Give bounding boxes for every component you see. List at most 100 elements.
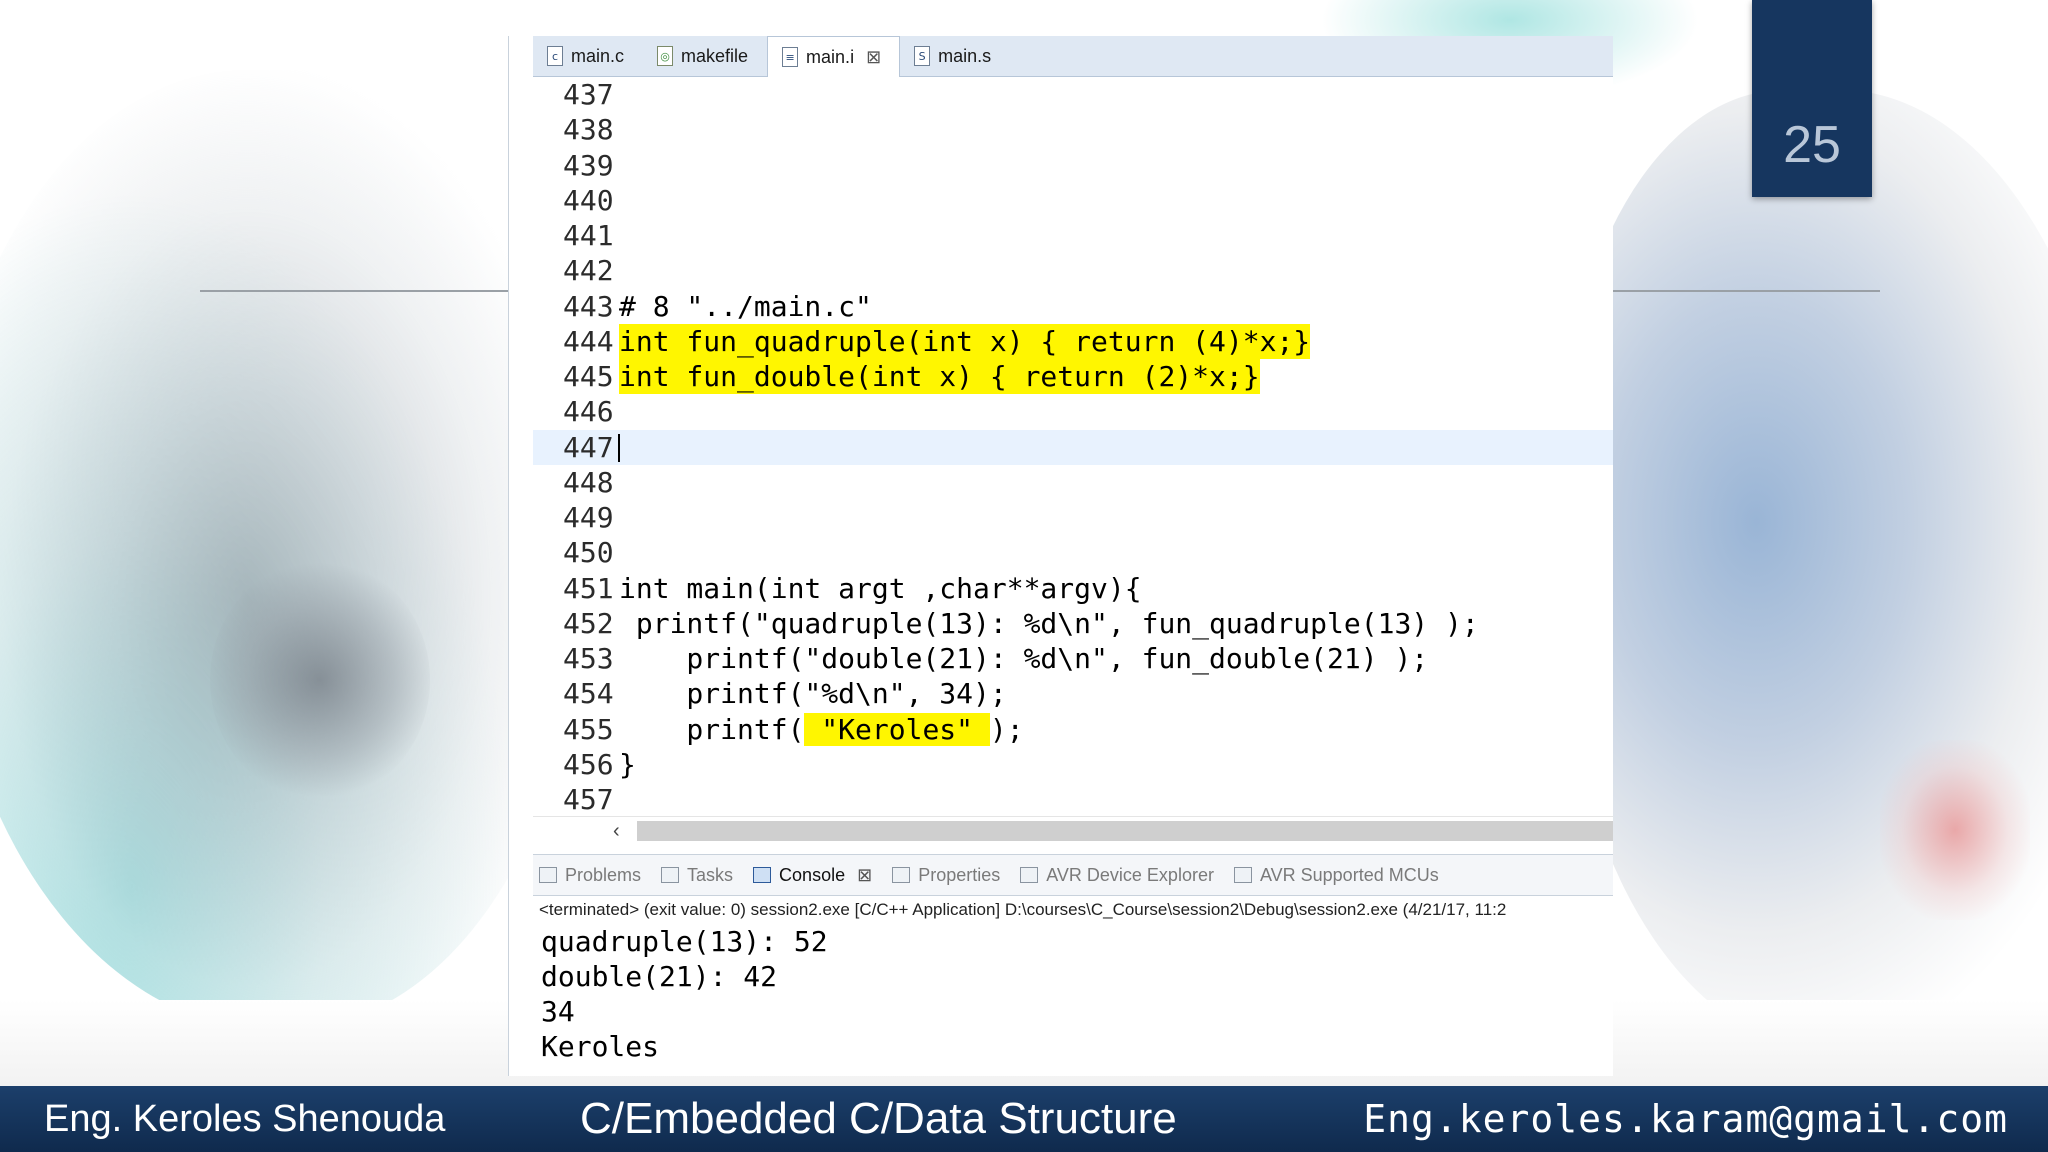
- line-number: 444: [563, 324, 614, 358]
- line-code: # 8 "../main.c": [619, 289, 872, 323]
- footer-author: Eng. Keroles Shenouda: [44, 1097, 446, 1140]
- code-segment: printf(: [619, 712, 805, 746]
- ide-window: c main.c ◎ makefile ≡ main.i ⊠ S main.s …: [508, 36, 1613, 1076]
- close-console-icon[interactable]: ⊠: [857, 865, 872, 886]
- text-caret: [618, 433, 620, 462]
- chip-icon: [1020, 867, 1039, 883]
- tab-problems[interactable]: Problems: [533, 865, 655, 886]
- tab-main-i[interactable]: ≡ main.i ⊠: [767, 36, 901, 77]
- line-number: 443: [563, 289, 614, 323]
- view-tab-label: Problems: [565, 864, 642, 885]
- line-number: 437: [563, 78, 614, 111]
- view-tab-label: AVR Device Explorer: [1046, 864, 1214, 885]
- code-line: 441: [533, 218, 1613, 253]
- tab-label: makefile: [681, 45, 749, 66]
- code-line: 440: [533, 183, 1613, 218]
- code-line: 455 printf( "Keroles" );: [533, 712, 1613, 747]
- code-line: 443 # 8 "../main.c": [533, 289, 1613, 324]
- console-icon: [753, 867, 772, 883]
- line-number: 440: [563, 183, 614, 217]
- line-number: 450: [563, 536, 614, 570]
- code-line: 439: [533, 148, 1613, 183]
- line-number: 455: [563, 712, 614, 746]
- tab-avr-supported-mcus[interactable]: AVR Supported MCUs: [1228, 865, 1453, 886]
- scrollbar-thumb[interactable]: [637, 821, 1613, 841]
- background-car-engine-left: [0, 70, 580, 1030]
- console-output[interactable]: quadruple(13): 52 double(21): 42 34 Kero…: [541, 924, 1613, 1074]
- line-number: 438: [563, 113, 614, 147]
- code-line-highlighted: 444 int fun_quadruple(int x) { return (4)…: [533, 323, 1613, 359]
- view-tab-label: AVR Supported MCUs: [1259, 864, 1439, 885]
- current-line: 447: [533, 429, 1613, 465]
- makefile-icon: ◎: [657, 46, 674, 66]
- line-code: printf("quadruple(13): %d\n", fun_quadru…: [619, 606, 1479, 640]
- tasks-icon: [661, 867, 680, 883]
- line-code: printf("%d\n", 34);: [619, 677, 1007, 711]
- line-number: 445: [563, 360, 614, 393]
- close-tab-icon[interactable]: ⊠: [866, 47, 881, 68]
- background-wheel: [210, 560, 430, 800]
- horizontal-scrollbar[interactable]: ‹: [533, 816, 1613, 845]
- line-code: int main(int argt ,char**argv){: [619, 571, 1142, 605]
- line-number: 447: [563, 430, 614, 464]
- tab-properties[interactable]: Properties: [886, 865, 1014, 886]
- code-line: 442: [533, 253, 1613, 288]
- code-line: 437: [533, 77, 1613, 112]
- tab-main-c[interactable]: c main.c: [533, 36, 643, 76]
- tab-label: main.i: [806, 46, 855, 67]
- code-line-highlighted: 445 int fun_double(int x) { return (2)*x;…: [533, 359, 1613, 395]
- footer-course-title: C/Embedded C/Data Structure: [580, 1094, 1177, 1143]
- view-tab-bar: Problems Tasks Console ⊠ Properties AVR …: [533, 854, 1613, 896]
- problems-icon: [539, 867, 557, 883]
- code-editor[interactable]: 437 438 439 440 441 442 443 # 8 "../main.…: [533, 77, 1613, 852]
- code-line: 457: [533, 782, 1613, 817]
- view-tab-label: Tasks: [687, 864, 734, 885]
- tab-tasks[interactable]: Tasks: [655, 865, 747, 886]
- line-number: 454: [563, 677, 614, 711]
- tab-console[interactable]: Console ⊠: [747, 865, 886, 886]
- editor-tab-bar: c main.c ◎ makefile ≡ main.i ⊠ S main.s: [533, 36, 1613, 77]
- view-tab-label: Properties: [918, 864, 1001, 885]
- view-tab-label: Console: [779, 864, 846, 885]
- console-line: double(21): 42: [541, 960, 778, 993]
- line-number: 446: [563, 395, 614, 429]
- code-line: 449: [533, 500, 1613, 535]
- line-number: 457: [563, 783, 614, 816]
- tab-main-s[interactable]: S main.s: [900, 36, 1010, 76]
- scroll-left-icon[interactable]: ‹: [613, 817, 620, 845]
- code-line: 454 printf("%d\n", 34);: [533, 676, 1613, 711]
- divider-right: [1612, 290, 1880, 292]
- line-number: 452: [563, 606, 614, 640]
- background-tail-light: [1880, 740, 2030, 920]
- highlighted-code: int fun_double(int x) { return (2)*x;}: [619, 359, 1260, 395]
- line-number: 442: [563, 254, 614, 288]
- divider-left: [200, 290, 510, 292]
- tab-label: main.c: [571, 45, 625, 66]
- chip-icon: [1233, 867, 1252, 883]
- code-line: 456}: [533, 747, 1613, 782]
- code-segment: );: [989, 712, 1024, 746]
- code-line: 451 int main(int argt ,char**argv){: [533, 571, 1613, 606]
- console-line: 34: [541, 995, 575, 1028]
- tab-label: main.s: [938, 45, 992, 66]
- code-line: 450: [533, 535, 1613, 570]
- code-line: 446: [533, 394, 1613, 429]
- slide-footer: Eng. Keroles Shenouda C/Embedded C/Data …: [0, 1086, 2048, 1152]
- tab-makefile[interactable]: ◎ makefile: [643, 36, 767, 76]
- line-code: printf("double(21): %d\n", fun_double(21…: [619, 642, 1429, 675]
- text-file-icon: ≡: [782, 47, 799, 67]
- code-line: 452 printf("quadruple(13): %d\n", fun_qu…: [533, 606, 1613, 641]
- tab-avr-device-explorer[interactable]: AVR Device Explorer: [1014, 865, 1228, 886]
- line-code: printf( "Keroles" );: [619, 712, 1024, 747]
- console-line: Keroles: [541, 1030, 660, 1063]
- footer-email: Eng.keroles.karam@gmail.com: [1363, 1097, 2008, 1141]
- highlighted-code: "Keroles": [804, 712, 990, 746]
- line-number: 449: [563, 501, 614, 534]
- code-line: 438: [533, 112, 1613, 147]
- line-number: 453: [563, 642, 614, 675]
- asm-file-icon: S: [914, 46, 931, 66]
- code-line: 453 printf("double(21): %d\n", fun_doubl…: [533, 641, 1613, 676]
- line-code: }: [619, 747, 636, 781]
- code-line: 448: [533, 465, 1613, 500]
- properties-icon: [892, 867, 911, 883]
